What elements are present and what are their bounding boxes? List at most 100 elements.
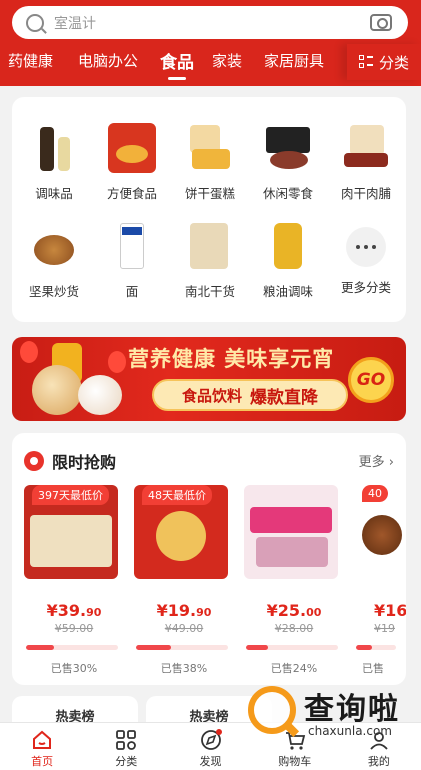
tab-label: 我的 [367, 755, 390, 768]
grid-item-snacks[interactable]: 休闲零食 [249, 123, 327, 202]
tab-home[interactable]: 首页 [0, 723, 84, 770]
tab-kitchen[interactable]: 家居厨具 [264, 50, 324, 71]
tab-label: 首页 [31, 755, 54, 768]
tab-label: 购物车 [278, 755, 312, 768]
clock-icon [24, 451, 44, 471]
banner-pill-highlight: 爆款直降 [250, 387, 318, 408]
promo-banner[interactable]: 营养健康 美味享元宵 食品饮料 爆款直降 GO [12, 337, 406, 421]
price-integer: ¥25. [266, 601, 307, 620]
price-integer: ¥39. [46, 601, 87, 620]
grid-item-label: 南北干货 [184, 284, 235, 299]
original-price: ¥19 [374, 622, 395, 635]
grid-item-more[interactable]: 更多分类 [327, 221, 405, 296]
grid-item-label: 更多分类 [340, 280, 391, 295]
price-decimal: 00 [306, 606, 322, 619]
sold-progress [246, 645, 338, 650]
oil-bottle-image [264, 221, 312, 271]
jerky-image [342, 123, 390, 173]
watermark-logo-icon [248, 686, 296, 734]
grid-item-biscuits[interactable]: 饼干蛋糕 [171, 123, 249, 202]
product-price: ¥39.90 [24, 601, 124, 620]
category-tabs: 药健康 电脑办公 食品 家装 家居厨具 分类 [0, 44, 421, 80]
grid-item-instant-food[interactable]: 方便食品 [93, 123, 171, 202]
grid-item-label: 肉干肉脯 [340, 186, 391, 201]
price-decimal: 90 [86, 606, 102, 619]
grid-item-label: 休闲零食 [262, 186, 313, 201]
flash-sale-title: 限时抢购 [52, 453, 117, 472]
search-icon [26, 13, 44, 32]
category-button[interactable]: 分类 [347, 44, 421, 80]
home-icon [33, 730, 52, 749]
lowest-price-badge: 397天最低价 [32, 485, 109, 505]
product-image: 397天最低价 [24, 485, 118, 579]
tangyuan-decoration [78, 375, 122, 415]
sold-progress [26, 645, 118, 650]
grid-item-seasoning[interactable]: 调味品 [15, 123, 93, 202]
go-button[interactable]: GO [348, 357, 394, 403]
tab-home-decor[interactable]: 家装 [212, 50, 242, 71]
grid-item-dried-goods[interactable]: 南北干货 [171, 221, 249, 300]
dried-goods-image [186, 221, 234, 271]
product-price: ¥16 [354, 601, 406, 620]
product-image: 40 [354, 485, 406, 579]
header: 室温计 药健康 电脑办公 食品 家装 家居厨具 分类 [0, 0, 421, 86]
grid-item-jerky[interactable]: 肉干肉脯 [327, 123, 405, 202]
banner-pill[interactable]: 食品饮料 爆款直降 [152, 379, 348, 411]
product-card[interactable]: 397天最低价 ¥39.90 ¥59.00 已售30% [24, 485, 124, 676]
instant-noodle-image [108, 123, 156, 173]
watermark-text: 查询啦 [304, 692, 400, 727]
search-input[interactable]: 室温计 [54, 13, 370, 33]
grid-item-label: 粮油调味 [262, 284, 313, 299]
camera-icon[interactable] [370, 14, 392, 31]
lowest-price-badge: 40 [362, 485, 388, 502]
sold-progress [356, 645, 396, 650]
product-card[interactable]: 48天最低价 ¥19.90 ¥49.00 已售38% [134, 485, 234, 676]
tab-category[interactable]: 分类 [84, 723, 168, 770]
subcategory-grid: 调味品 方便食品 饼干蛋糕 休闲零食 肉干肉脯 坚果炒货 面 南北干货 粮油调味… [12, 97, 406, 322]
price-integer: ¥19. [156, 601, 197, 620]
banner-title: 营养健康 美味享元宵 [128, 347, 335, 371]
list-icon [358, 55, 373, 69]
sold-percent: 已售30% [50, 662, 98, 675]
tab-health[interactable]: 药健康 [8, 50, 53, 71]
more-link[interactable]: 更多 › [359, 451, 394, 470]
tab-label: 分类 [115, 755, 138, 768]
cake-image [186, 123, 234, 173]
product-image [244, 485, 338, 579]
banner-pill-text: 食品饮料 [181, 386, 242, 405]
grid-item-nuts[interactable]: 坚果炒货 [15, 221, 93, 300]
product-price: ¥19.90 [134, 601, 234, 620]
tab-computer[interactable]: 电脑办公 [78, 50, 138, 71]
more-icon [346, 227, 386, 267]
sold-percent: 已售24% [270, 662, 318, 675]
watermark: 查询啦 chaxunla.com [248, 682, 418, 742]
flash-sale-header: 限时抢购 [24, 449, 116, 473]
tab-discover[interactable]: 发现 [168, 723, 252, 770]
product-image: 48天最低价 [134, 485, 228, 579]
product-price: ¥25.00 [244, 601, 344, 620]
grid-item-label: 方便食品 [106, 186, 157, 201]
more-link-label: 更多 [358, 455, 385, 470]
grid-item-noodles[interactable]: 面 [93, 221, 171, 300]
seasoning-image [30, 123, 78, 173]
sold-progress [136, 645, 228, 650]
tab-food[interactable]: 食品 [160, 48, 194, 80]
search-bar[interactable]: 室温计 [12, 6, 408, 39]
price-decimal: 90 [196, 606, 212, 619]
product-card[interactable]: ¥25.00 ¥28.00 已售24% [244, 485, 344, 676]
tab-label: 发现 [199, 755, 222, 768]
original-price: ¥59.00 [54, 622, 94, 635]
original-price: ¥49.00 [164, 622, 204, 635]
lantern-decoration [20, 341, 38, 363]
category-button-label: 分类 [378, 53, 409, 72]
grid-item-grain-oil[interactable]: 粮油调味 [249, 221, 327, 300]
lantern-decoration [108, 351, 126, 373]
sold-percent: 已售 [362, 662, 384, 675]
discover-icon [200, 729, 222, 750]
noodle-bag-image [108, 221, 156, 271]
price-integer: ¥16 [374, 601, 406, 620]
product-card[interactable]: 40 ¥16 ¥19 已售 [354, 485, 406, 676]
watermark-url: chaxunla.com [308, 724, 392, 738]
lowest-price-badge: 48天最低价 [142, 485, 212, 505]
nuts-image [30, 221, 78, 271]
